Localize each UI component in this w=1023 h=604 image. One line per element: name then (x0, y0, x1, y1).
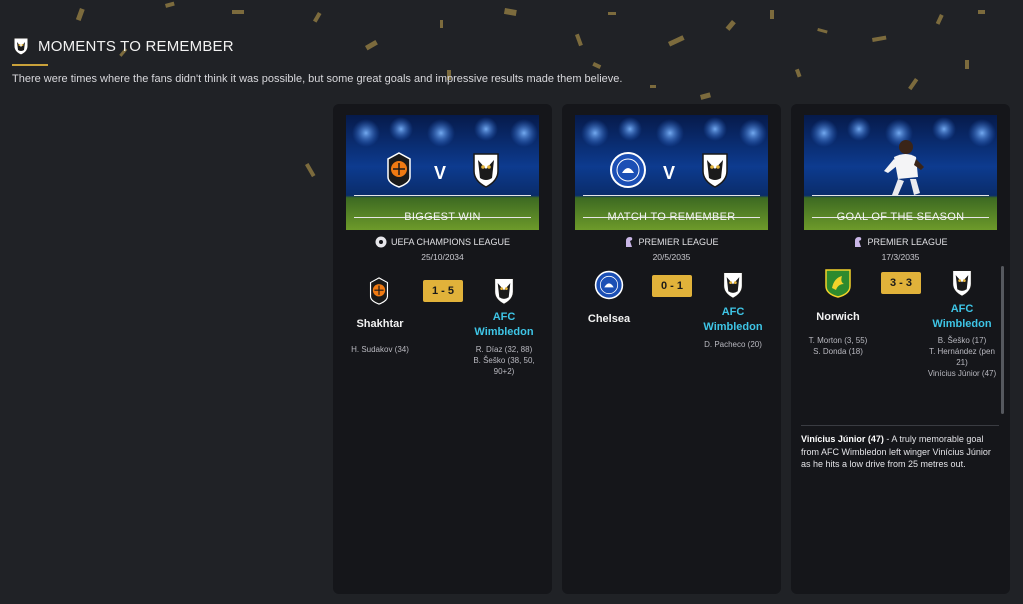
match-score[interactable]: 1 - 5 (423, 280, 463, 302)
home-scorers: H. Sudakov (34) (335, 344, 425, 355)
scorer: B. Šeško (38, 50, (473, 356, 535, 365)
banner-label: BIGGEST WIN (404, 211, 481, 223)
home-team-name[interactable]: Norwich (793, 310, 883, 325)
champions-league-icon (375, 236, 387, 248)
scorer: Vinícius Júnior (47) (927, 369, 997, 378)
scorer: 90+2) (493, 367, 515, 376)
match-date: 17/3/2035 (881, 252, 920, 262)
scrollbar[interactable] (1001, 266, 1004, 414)
title-underline (12, 64, 48, 66)
away-scorers: D. Pacheco (20) (688, 339, 778, 350)
norwich-crest-icon (825, 269, 851, 298)
premier-league-icon (855, 237, 862, 247)
scorer: R. Díaz (32, 88) (475, 345, 533, 354)
chelsea-crest-icon (610, 152, 646, 188)
club-crest-icon (13, 37, 29, 56)
scorer: H. Sudakov (34) (351, 345, 409, 354)
match-banner: V BIGGEST WIN (346, 115, 539, 230)
banner-label: MATCH TO REMEMBER (607, 211, 736, 223)
moment-card-match-to-remember[interactable]: V MATCH TO REMEMBER PREMIER LEAGUE 20/5/… (562, 104, 781, 594)
away-team-name-line1: AFC (950, 303, 974, 315)
competition-name: UEFA CHAMPIONS LEAGUE (390, 237, 511, 247)
banner-line-top (354, 195, 531, 196)
versus-label: V (663, 163, 676, 183)
away-scorers: B. Šeško (17) T. Hernández (pen 21) Viní… (917, 335, 1007, 379)
page-subtitle: There were times where the fans didn't t… (12, 73, 623, 85)
moment-card-goal-of-the-season[interactable]: GOAL OF THE SEASON PREMIER LEAGUE 17/3/2… (791, 104, 1010, 594)
banner-label: GOAL OF THE SEASON (836, 211, 965, 223)
shakhtar-crest-icon (369, 277, 389, 305)
away-team-name-line2: Wimbledon (703, 321, 763, 333)
competition-name: PREMIER LEAGUE (638, 237, 719, 247)
chelsea-crest-icon (594, 270, 624, 300)
scorer: D. Pacheco (20) (704, 340, 762, 349)
shakhtar-crest-icon (387, 152, 411, 188)
banner-line-top (812, 195, 989, 196)
away-team-name-line1: AFC (492, 311, 516, 323)
afc-wimbledon-crest-icon (473, 153, 499, 188)
match-banner: GOAL OF THE SEASON (804, 115, 997, 230)
match-score[interactable]: 3 - 3 (881, 272, 921, 294)
match-banner: V MATCH TO REMEMBER (575, 115, 768, 230)
home-team-name[interactable]: Chelsea (564, 312, 654, 327)
match-date: 25/10/2034 (421, 252, 464, 262)
player-photo (884, 140, 924, 195)
scorer: S. Donda (18) (813, 347, 863, 356)
away-team-name[interactable]: AFC Wimbledon (917, 302, 1007, 332)
afc-wimbledon-crest-icon (702, 153, 728, 188)
match-score[interactable]: 0 - 1 (652, 275, 692, 297)
match-date: 20/5/2035 (652, 252, 691, 262)
banner-line-top (583, 195, 760, 196)
competition-info: PREMIER LEAGUE 20/5/2035 (562, 236, 781, 262)
moment-card-biggest-win[interactable]: V BIGGEST WIN UEFA CHAMPIONS LEAGUE 25/1… (333, 104, 552, 594)
home-team-name[interactable]: Shakhtar (335, 317, 425, 332)
goal-description: Vinícius Júnior (47) - A truly memorable… (801, 433, 999, 471)
away-team-name-line2: Wimbledon (474, 326, 534, 338)
afc-wimbledon-crest-icon (722, 271, 744, 300)
versus-label: V (434, 163, 447, 183)
competition-info: UEFA CHAMPIONS LEAGUE 25/10/2034 (333, 236, 552, 262)
divider (801, 425, 999, 426)
scorer: B. Šeško (17) (937, 336, 987, 345)
away-team-name-line1: AFC (721, 306, 745, 318)
competition-name: PREMIER LEAGUE (867, 237, 948, 247)
scorer: T. Morton (3, 55) (808, 336, 868, 345)
home-scorers: T. Morton (3, 55) S. Donda (18) (793, 335, 883, 357)
afc-wimbledon-crest-icon (493, 277, 515, 306)
away-scorers: R. Díaz (32, 88) B. Šeško (38, 50, 90+2) (459, 344, 549, 377)
away-team-name[interactable]: AFC Wimbledon (688, 305, 778, 335)
scorer: T. Hernández (pen (929, 347, 995, 356)
premier-league-icon (626, 237, 633, 247)
afc-wimbledon-crest-icon (951, 269, 973, 298)
page-header: MOMENTS TO REMEMBER There were times whe… (12, 36, 622, 85)
away-team-name[interactable]: AFC Wimbledon (459, 310, 549, 340)
goal-scorer: Vinícius Júnior (47) (801, 434, 884, 444)
scorer: 21) (956, 358, 968, 367)
page-title: MOMENTS TO REMEMBER (38, 37, 234, 55)
away-team-name-line2: Wimbledon (932, 318, 992, 330)
competition-info: PREMIER LEAGUE 17/3/2035 (791, 236, 1010, 262)
